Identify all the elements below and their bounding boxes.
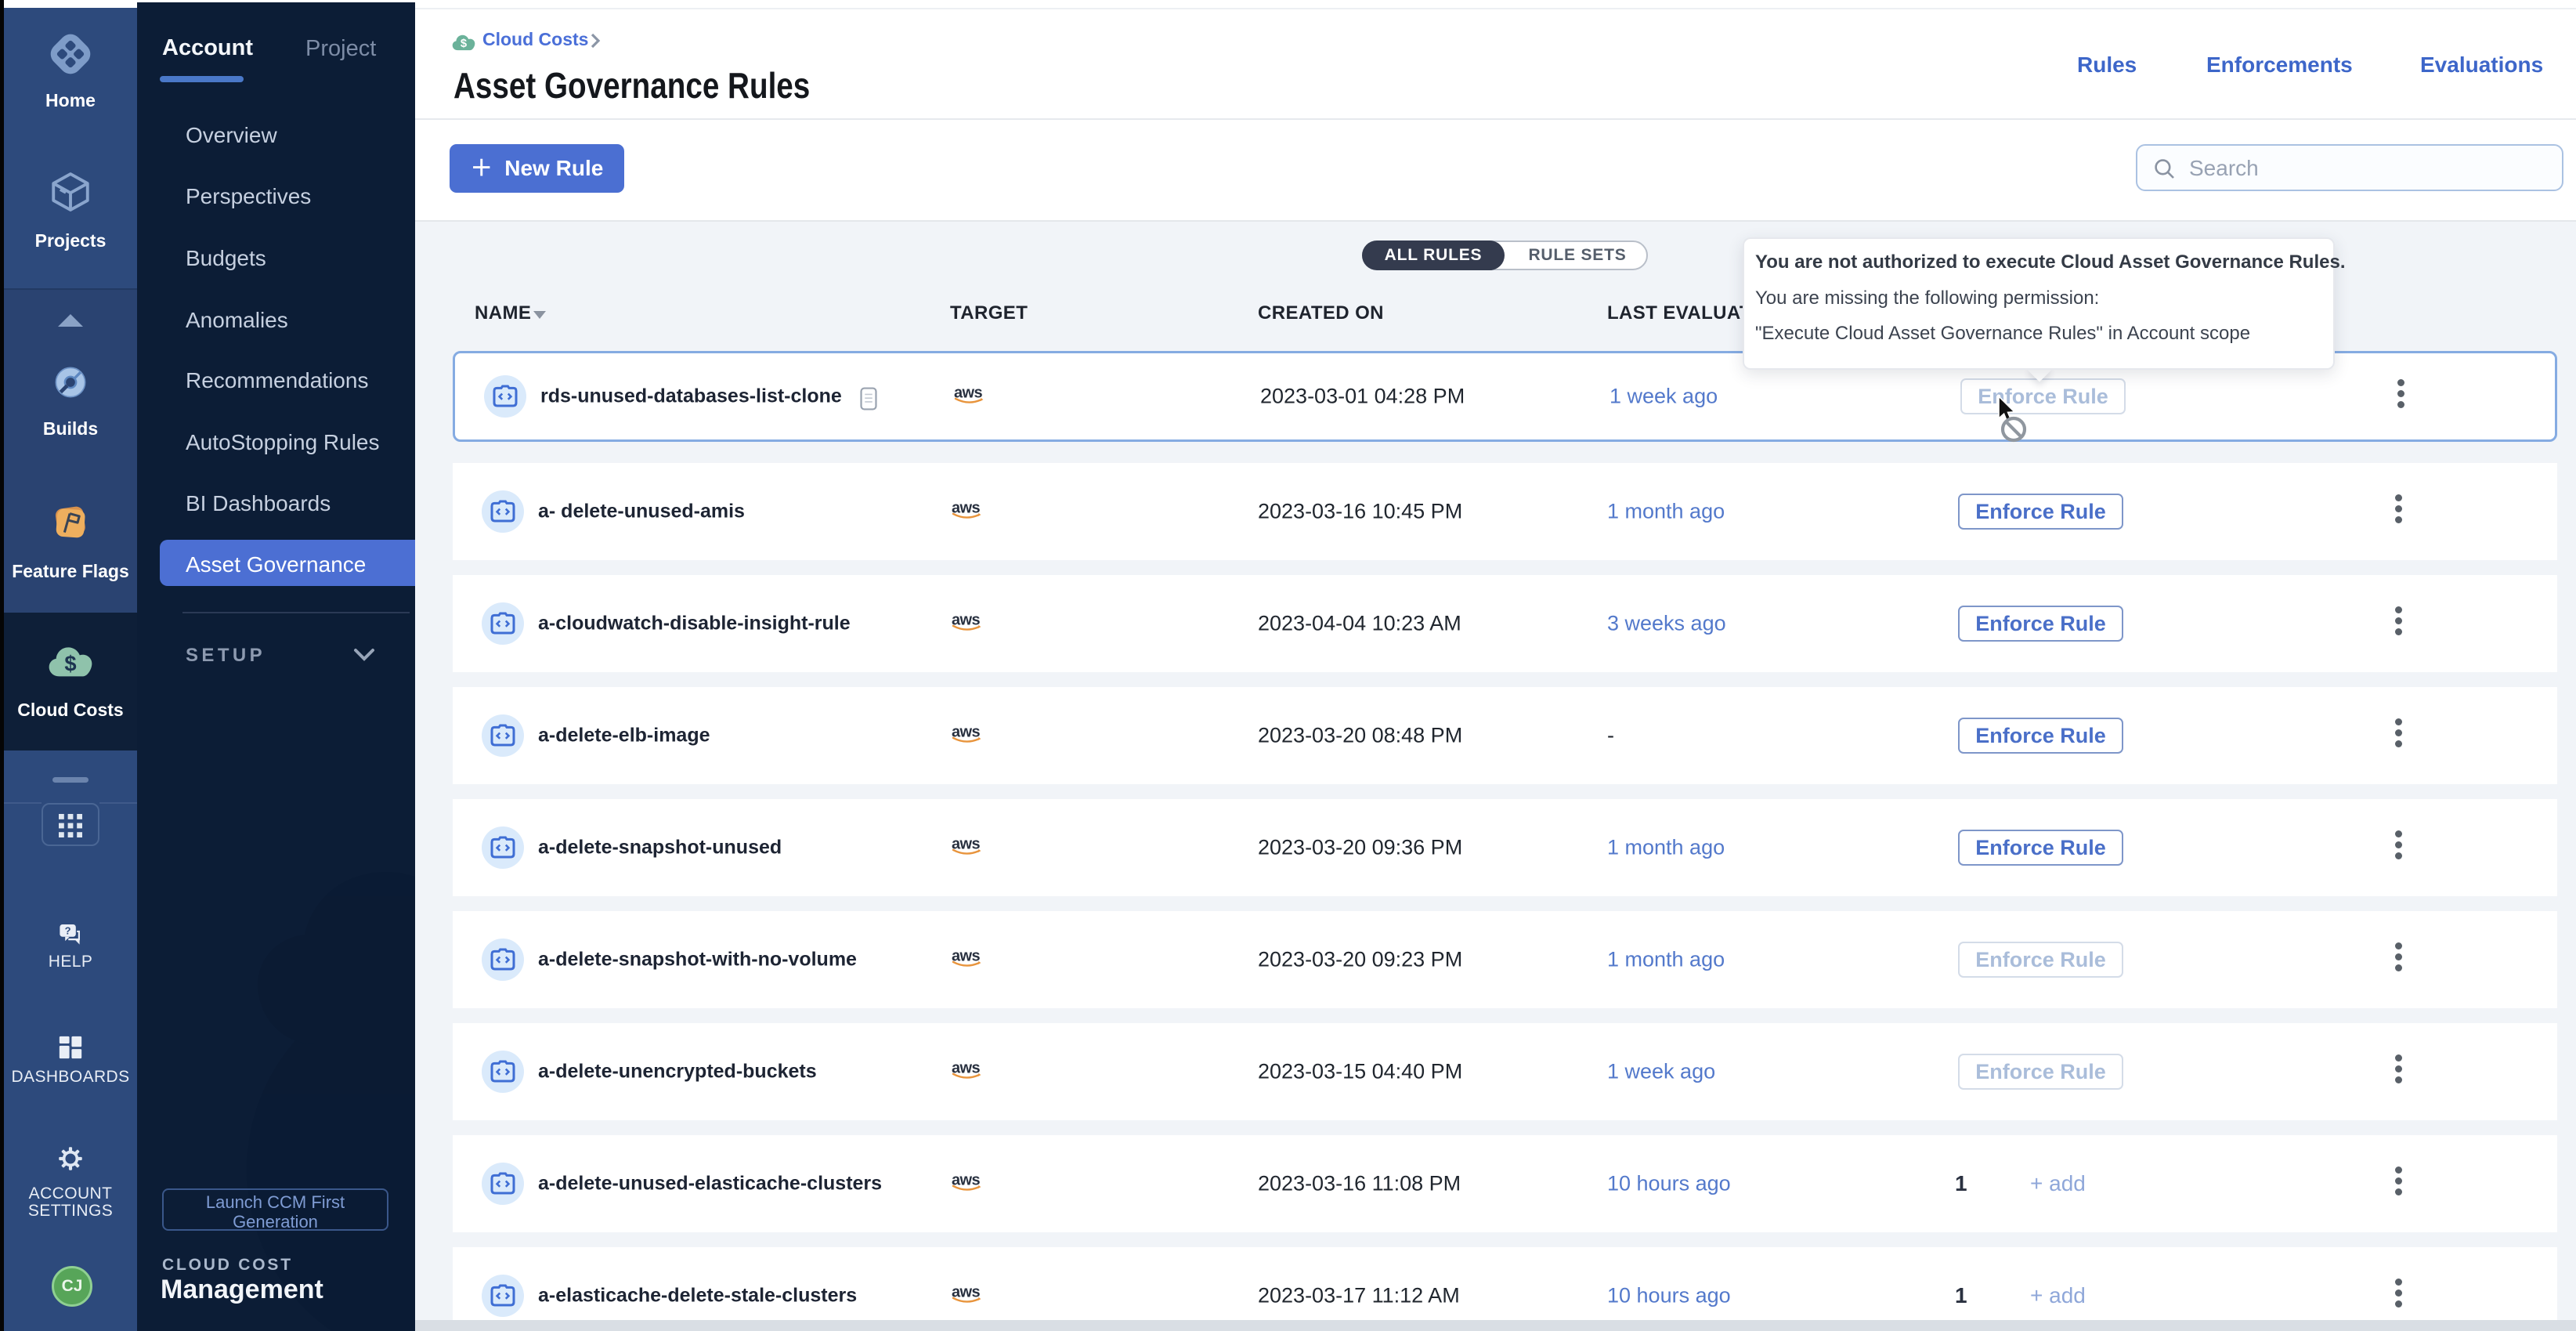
svg-text:aws: aws (952, 1172, 980, 1189)
svg-text:aws: aws (952, 836, 980, 853)
svg-text:aws: aws (952, 1284, 980, 1301)
svg-text:aws: aws (952, 724, 980, 741)
svg-text:aws: aws (952, 612, 980, 629)
svg-text:aws: aws (952, 948, 980, 965)
svg-text:$: $ (461, 38, 467, 50)
svg-text:aws: aws (954, 385, 982, 402)
svg-text:aws: aws (952, 1060, 980, 1077)
svg-text:?: ? (65, 924, 71, 936)
svg-text:$: $ (64, 651, 76, 675)
svg-text:aws: aws (952, 500, 980, 517)
